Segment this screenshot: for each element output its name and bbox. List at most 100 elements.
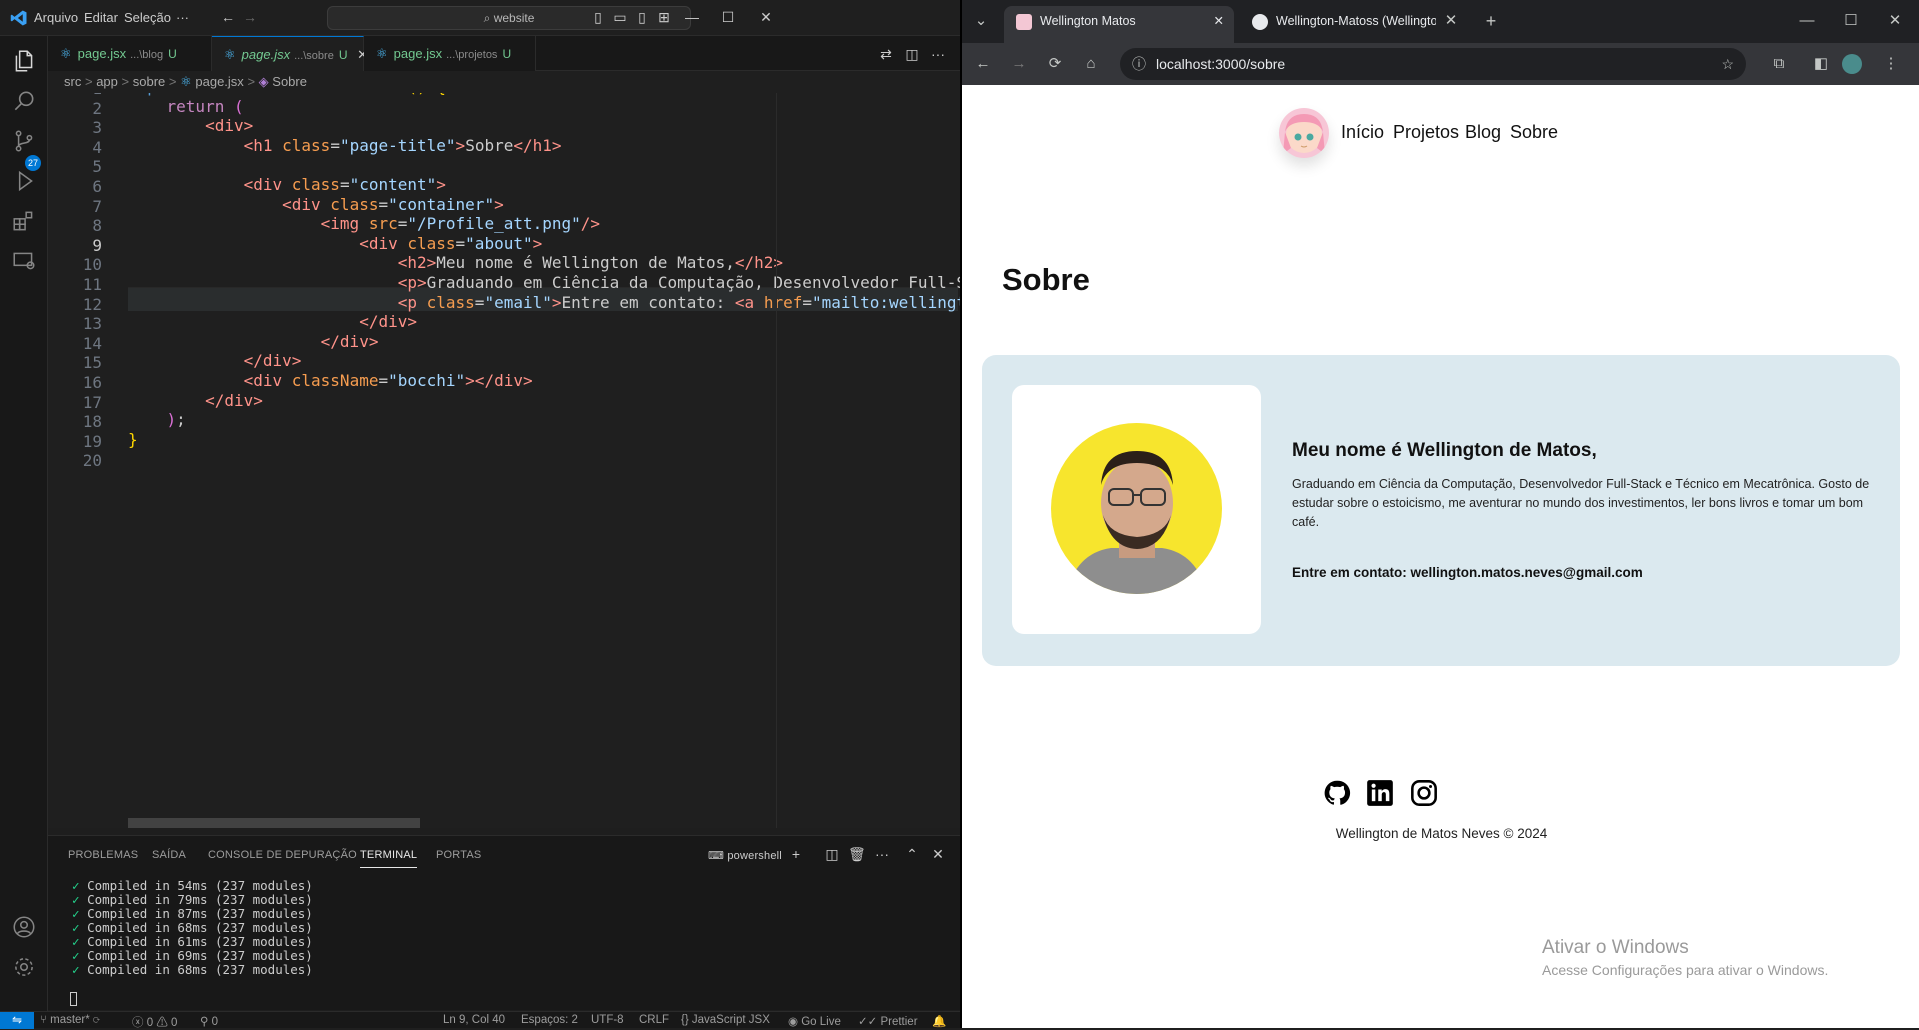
tab-projetos-page[interactable]: ⚛ page.jsx ...\projetos U [364,36,536,71]
horizontal-scrollbar[interactable] [128,818,420,828]
go-live[interactable]: ◉ Go Live [788,1014,841,1028]
profile-photo-card [1012,385,1261,634]
tab-search-chevron-icon[interactable]: ⌄ [972,12,990,30]
remote-explorer-icon[interactable] [11,248,37,274]
panel-tab-problemas[interactable]: PROBLEMAS [68,849,138,861]
contact-email[interactable]: Entre em contato: wellington.matos.neves… [1292,565,1643,580]
search-sidebar-icon[interactable] [11,88,37,114]
tab-status: U [168,47,177,61]
nav-link-blog[interactable]: Blog [1465,122,1501,143]
menu-editar[interactable]: Editar [84,10,118,25]
chrome-maximize-icon[interactable]: ☐ [1842,12,1860,30]
settings-gear-icon[interactable] [11,954,37,980]
source-control-icon[interactable] [11,128,37,154]
new-terminal-icon[interactable]: + [788,846,804,862]
end-of-line[interactable]: CRLF [639,1014,669,1026]
chrome-minimize-icon[interactable]: — [1798,12,1816,30]
extensions-puzzle-icon[interactable]: ⧉ [1770,55,1788,73]
breadcrumb-file[interactable]: page.jsx [195,74,243,89]
terminal-panel: PROBLEMAS SAÍDA CONSOLE DE DEPURAÇÃO TER… [48,835,960,1010]
split-terminal-icon[interactable]: ◫ [824,846,840,862]
breadcrumb-src[interactable]: src [64,74,81,89]
close-panel-icon[interactable]: ✕ [930,846,946,862]
bookmark-star-icon[interactable]: ☆ [1721,48,1734,80]
customize-layout-icon[interactable]: ⊞ [656,9,672,25]
accounts-icon[interactable] [11,914,37,940]
warning-icon: ⚠ [156,1017,172,1029]
cursor-position[interactable]: Ln 9, Col 40 [443,1014,505,1026]
site-logo[interactable] [1279,108,1329,158]
vscode-titlebar: Arquivo Editar Seleção ··· ← → ⌕ website… [0,0,960,36]
chrome-close-icon[interactable]: ✕ [1886,12,1904,30]
linkedin-icon[interactable] [1366,779,1394,807]
close-tab-icon[interactable]: ✕ [1214,6,1224,37]
menu-more[interactable]: ··· [176,10,189,25]
back-icon[interactable]: ← [974,55,992,73]
branch-icon: ⑂ [40,1014,51,1026]
chrome-tab-github[interactable]: Wellington-Matoss (Wellington [1240,6,1436,43]
toggle-secondary-sidebar-icon[interactable]: ▯ [634,9,650,25]
nav-link-inicio[interactable]: Início [1341,122,1384,143]
profile-avatar[interactable] [1842,54,1862,74]
line-number: 12 [82,294,102,314]
language-mode[interactable]: {} JavaScript JSX [681,1014,770,1026]
maximize-panel-icon[interactable]: ⌃ [904,846,920,862]
extensions-icon[interactable] [11,208,37,234]
prettier[interactable]: ✓✓ Prettier [858,1014,918,1028]
address-bar[interactable]: ⓘ localhost:3000/sobre ☆ [1120,48,1746,80]
panel-tab-saida[interactable]: SAÍDA [152,849,186,861]
remote-indicator-icon[interactable]: ⇋ [0,1012,34,1029]
forward-arrow-icon[interactable]: → [242,9,258,25]
instagram-icon[interactable] [1410,779,1438,807]
breadcrumb-app[interactable]: app [96,74,118,89]
branch-status[interactable]: ⑂ master* ⟳ [40,1014,100,1026]
split-editor-icon[interactable]: ◫ [904,46,920,62]
nav-link-sobre[interactable]: Sobre [1510,122,1558,143]
menu-selecao[interactable]: Seleção [124,10,171,25]
breadcrumb-sobre[interactable]: sobre [133,74,166,89]
line-number: 10 [82,255,102,275]
ports-status[interactable]: ⚲ 0 [200,1014,218,1028]
toggle-panel-icon[interactable]: ▭ [612,9,628,25]
react-file-icon: ⚛ [180,74,192,89]
indentation[interactable]: Espaços: 2 [521,1014,578,1026]
explorer-icon[interactable] [11,48,37,74]
chrome-menu-icon[interactable]: ⋮ [1882,55,1900,73]
encoding[interactable]: UTF-8 [591,1014,624,1026]
open-changes-icon[interactable]: ⇄ [878,46,894,62]
new-tab-icon[interactable]: + [1482,12,1500,30]
more-icon[interactable]: ··· [874,846,890,862]
breadcrumb-symbol[interactable]: Sobre [272,74,307,89]
close-window-icon[interactable]: ✕ [758,9,774,25]
site-info-icon[interactable]: ⓘ [1132,48,1146,80]
github-icon[interactable] [1323,779,1351,807]
minimize-icon[interactable]: — [684,9,700,25]
url-text: localhost:3000/sobre [1156,56,1286,72]
nav-link-projetos[interactable]: Projetos [1393,122,1459,143]
run-debug-icon[interactable] [11,168,37,194]
editor-scrollbar[interactable] [776,93,788,828]
tab-sobre-page[interactable]: ⚛ page.jsx ...\sobre U ✕ [212,36,368,71]
sync-icon: ⟳ [92,1014,100,1026]
reload-icon[interactable]: ⟳ [1046,55,1064,73]
side-panel-icon[interactable]: ◧ [1812,55,1830,73]
panel-tab-portas[interactable]: PORTAS [436,849,481,861]
notifications-bell-icon[interactable]: 🔔 [932,1014,946,1028]
line-number: 15 [82,353,102,373]
tab-blog-page[interactable]: ⚛ page.jsx ...\blog U [48,36,212,71]
trash-icon[interactable]: 🗑 [848,846,866,862]
toggle-primary-sidebar-icon[interactable]: ▯ [590,9,606,25]
forward-icon[interactable]: → [1010,55,1028,73]
warning-count: 0 [171,1017,178,1029]
maximize-icon[interactable]: ☐ [720,9,736,25]
close-github-tab-icon[interactable]: ✕ [1442,12,1460,30]
code-editor[interactable]: 1234567891011121314151617181920 export d… [48,93,960,828]
panel-tab-terminal[interactable]: TERMINAL [360,849,418,868]
terminal-shell-label[interactable]: ⌨ powershell [708,849,782,862]
more-actions-icon[interactable]: ··· [930,46,946,62]
back-arrow-icon[interactable]: ← [220,9,236,25]
panel-tab-console[interactable]: CONSOLE DE DEPURAÇÃO [208,849,357,861]
menu-arquivo[interactable]: Arquivo [34,10,78,25]
chrome-tab-wellington-matos[interactable]: Wellington Matos ✕ [1004,6,1234,43]
home-icon[interactable]: ⌂ [1082,55,1100,73]
